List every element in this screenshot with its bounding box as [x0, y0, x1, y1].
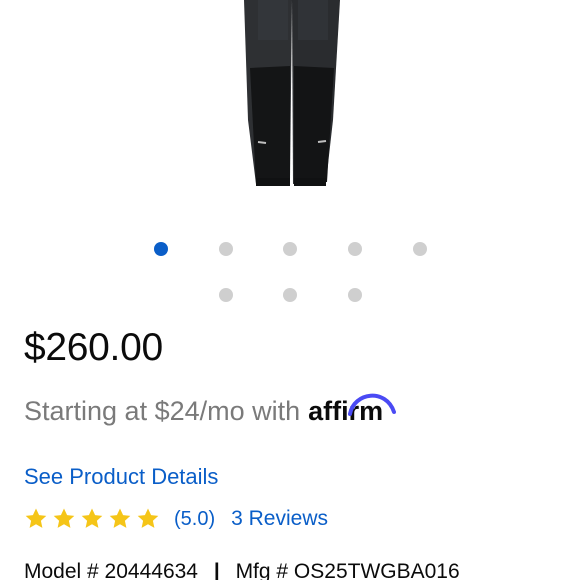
- model-separator: |: [213, 560, 220, 580]
- carousel-dot-7[interactable]: [283, 288, 297, 302]
- rating-value: (5.0): [174, 507, 216, 530]
- product-price: $260.00: [24, 326, 163, 369]
- rating-row[interactable]: (5.0) 3 Reviews: [24, 504, 328, 534]
- carousel-dot-5[interactable]: [413, 242, 427, 256]
- model-number: Model # 20444634: [24, 560, 198, 580]
- carousel-dot-8[interactable]: [348, 288, 362, 302]
- star-icon: [137, 508, 159, 528]
- mfg-number: Mfg # OS25TWGBA016: [235, 560, 460, 580]
- carousel-dot-3[interactable]: [283, 242, 297, 256]
- star-icon: [81, 508, 103, 528]
- reviews-link[interactable]: 3 Reviews: [231, 507, 328, 531]
- carousel-dot-1[interactable]: [154, 242, 168, 256]
- affirm-arc-icon: [348, 393, 397, 416]
- see-product-details-link[interactable]: See Product Details: [24, 464, 218, 490]
- star-icon: [53, 508, 75, 528]
- carousel-dot-4[interactable]: [348, 242, 362, 256]
- model-info: Model # 20444634 | Mfg # OS25TWGBA016: [24, 560, 460, 580]
- financing-text: Starting at $24/mo with: [24, 396, 301, 426]
- product-page: $260.00 Starting at $24/mo with affirm S…: [0, 0, 580, 580]
- financing-info[interactable]: Starting at $24/mo with affirm: [24, 393, 397, 427]
- star-icon: [109, 508, 131, 528]
- carousel-dot-6[interactable]: [219, 288, 233, 302]
- carousel-dot-2[interactable]: [219, 242, 233, 256]
- affirm-logo: affirm: [308, 393, 397, 427]
- star-icon: [25, 508, 47, 528]
- image-carousel-dots: [0, 0, 580, 320]
